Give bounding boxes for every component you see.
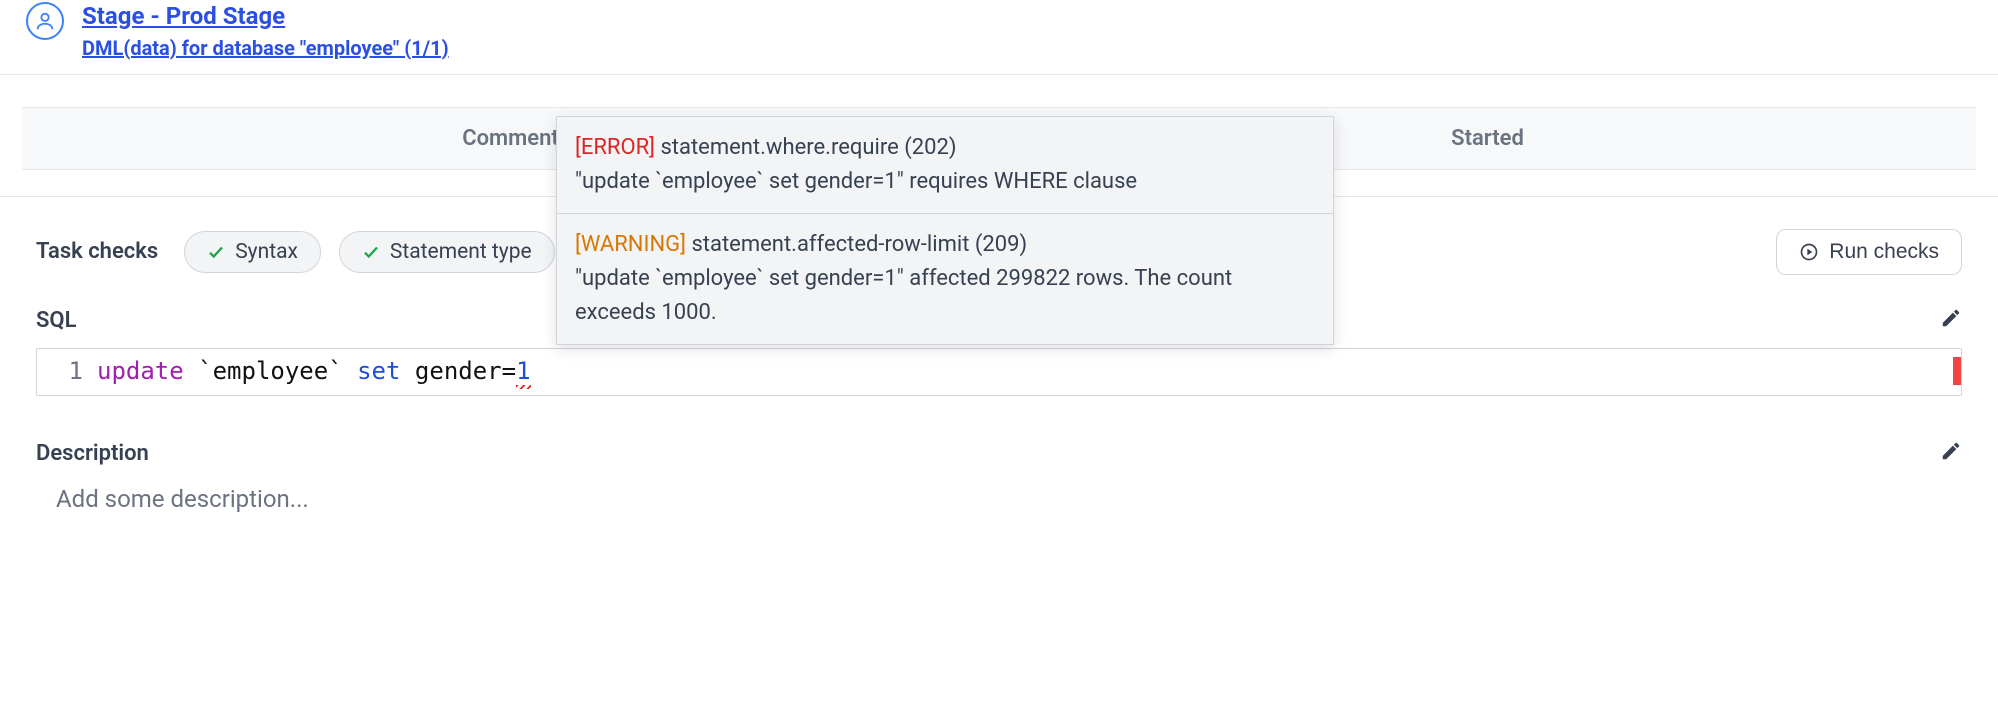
stage-link[interactable]: Stage - Prod Stage xyxy=(82,0,449,34)
sql-editor[interactable]: 1 update `employee` set gender=1 xyxy=(36,348,1962,396)
sql-token-set: set xyxy=(357,357,400,385)
edit-sql-button[interactable] xyxy=(1940,307,1962,334)
pencil-icon xyxy=(1940,307,1962,329)
sql-code-line[interactable]: update `employee` set gender=1 xyxy=(97,349,531,393)
lint-error-tag: [ERROR] xyxy=(575,135,655,160)
sql-gutter: 1 xyxy=(37,349,97,393)
task-link[interactable]: DML(data) for database "employee" (1/1) xyxy=(82,34,449,62)
sql-token-val: 1 xyxy=(516,357,530,385)
check-icon xyxy=(207,243,225,261)
description-input[interactable]: Add some description... xyxy=(56,485,1962,513)
edit-description-button[interactable] xyxy=(1940,440,1962,467)
run-checks-label: Run checks xyxy=(1829,240,1939,264)
run-checks-button[interactable]: Run checks xyxy=(1776,229,1962,275)
pencil-icon xyxy=(1940,440,1962,462)
lint-message-title: [WARNING] statement.affected-row-limit (… xyxy=(575,228,1315,262)
task-checks-label: Task checks xyxy=(36,239,158,264)
page-header: Stage - Prod Stage DML(data) for databas… xyxy=(0,0,1998,75)
lint-message-warning: [WARNING] statement.affected-row-limit (… xyxy=(557,213,1333,344)
lint-message-body: "update `employee` set gender=1" affecte… xyxy=(575,262,1315,330)
user-icon xyxy=(34,10,56,32)
check-pill-syntax[interactable]: Syntax xyxy=(184,231,321,273)
sql-token-update: update xyxy=(97,357,184,385)
lint-message-title-rest: statement.affected-row-limit (209) xyxy=(686,232,1027,257)
sql-token-col: gender xyxy=(415,357,502,385)
avatar xyxy=(26,2,64,40)
sql-token-eq: = xyxy=(502,357,516,385)
description-section-head: Description xyxy=(0,440,1998,467)
play-circle-icon xyxy=(1799,242,1819,262)
error-marker[interactable] xyxy=(1953,357,1961,385)
description-label: Description xyxy=(36,441,149,466)
lint-message-body: "update `employee` set gender=1" require… xyxy=(575,165,1315,199)
check-icon xyxy=(362,243,380,261)
sql-label: SQL xyxy=(36,308,77,333)
lint-message-title-rest: statement.where.require (202) xyxy=(655,135,957,160)
lint-message-error: [ERROR] statement.where.require (202) "u… xyxy=(557,117,1333,213)
header-links: Stage - Prod Stage DML(data) for databas… xyxy=(82,0,449,62)
lint-warning-tag: [WARNING] xyxy=(575,232,686,257)
lint-popover: [ERROR] statement.where.require (202) "u… xyxy=(556,116,1334,345)
sql-token-table: `employee` xyxy=(198,357,343,385)
lint-message-title: [ERROR] statement.where.require (202) xyxy=(575,131,1315,165)
check-pill-label: Syntax xyxy=(235,240,298,264)
check-pill-statement-type[interactable]: Statement type xyxy=(339,231,555,273)
check-pill-label: Statement type xyxy=(390,240,532,264)
